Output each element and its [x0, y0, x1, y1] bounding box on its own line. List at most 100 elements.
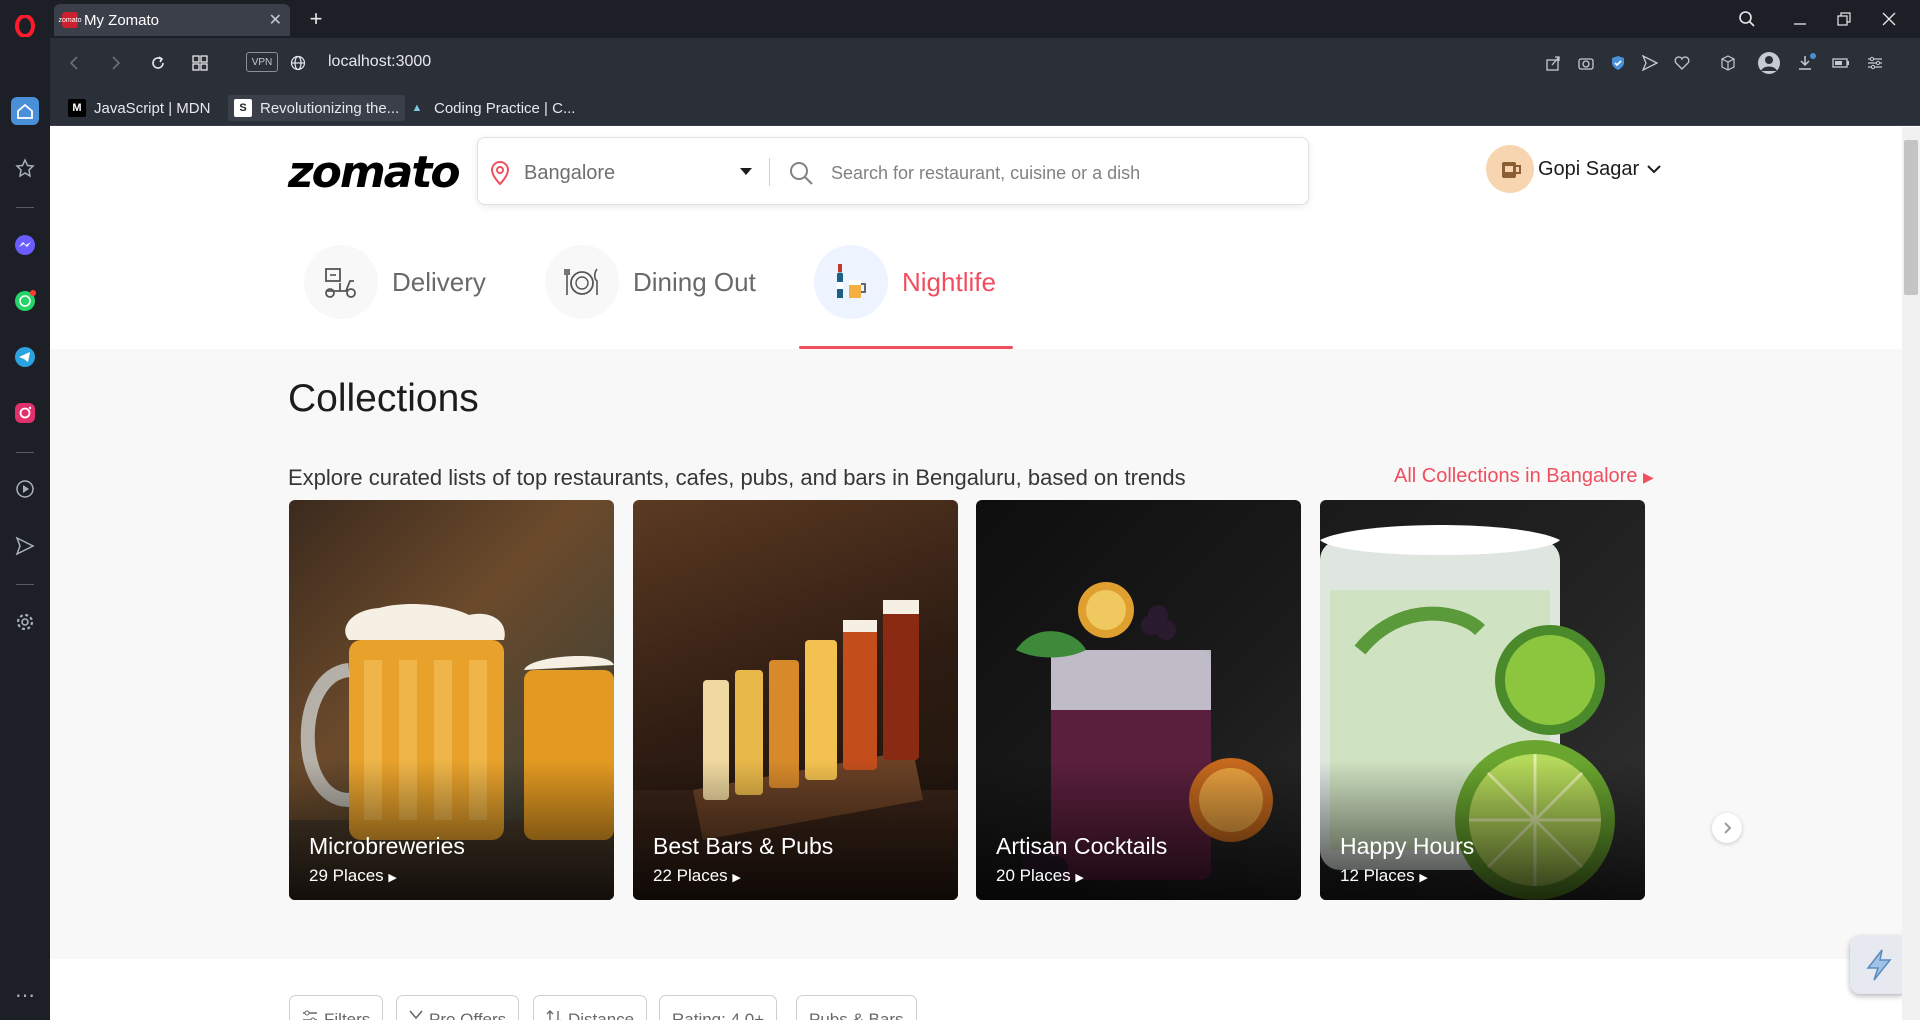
easy-setup-sliders-icon[interactable] [1865, 53, 1885, 73]
speed-dial-icon[interactable] [11, 154, 39, 182]
card-places: 29 Places ▶ [309, 866, 397, 885]
carousel-next-button[interactable] [1712, 813, 1742, 843]
zomato-logo[interactable]: zomato [288, 147, 461, 198]
tab-delivery[interactable]: Delivery [304, 245, 486, 319]
chevron-down-icon [409, 1010, 423, 1020]
send-icon[interactable] [1640, 53, 1660, 73]
home-icon[interactable] [11, 97, 39, 125]
profile-avatar-icon[interactable] [1756, 50, 1782, 76]
filter-chip-label: Pubs & Bars [809, 1010, 904, 1020]
collections-title: Collections [288, 377, 479, 420]
search-divider [769, 158, 770, 186]
browser-sidebar: ⋯ [0, 0, 50, 1020]
tab-title: My Zomato [84, 11, 160, 29]
search-icon [788, 160, 814, 186]
sidebar-divider [16, 584, 34, 585]
chevron-down-icon[interactable] [740, 168, 752, 176]
search-input[interactable]: Search for restaurant, cuisine or a dish [831, 163, 1140, 184]
user-menu[interactable]: Gopi Sagar [1486, 145, 1661, 193]
close-tab-icon[interactable]: ✕ [269, 10, 282, 30]
share-icon[interactable] [1543, 53, 1563, 73]
filter-chip-pro-offers[interactable]: Pro Offers [396, 995, 520, 1020]
location-pin-icon [488, 160, 512, 186]
player-icon[interactable] [11, 475, 39, 503]
all-collections-link[interactable]: All Collections in Bangalore ▶ [1394, 465, 1654, 488]
url-field[interactable]: localhost:3000 [328, 53, 431, 71]
snapshot-camera-icon[interactable] [1576, 53, 1596, 73]
messenger-icon[interactable] [11, 231, 39, 259]
bookmark-revolutionizing[interactable]: S Revolutionizing the... [228, 95, 406, 121]
browser-address-bar: VPN localhost:3000 [50, 38, 1920, 88]
filter-chip-label: Filters [324, 1010, 371, 1020]
vpn-badge[interactable]: VPN [246, 52, 278, 72]
chevron-down-icon [1647, 164, 1661, 174]
more-options-icon[interactable]: ⋯ [11, 981, 39, 1009]
scrollbar-thumb[interactable] [1904, 140, 1918, 295]
battery-saver-icon[interactable] [1831, 53, 1851, 73]
collection-card-microbreweries[interactable]: Microbreweries 29 Places ▶ [289, 500, 614, 900]
instagram-icon[interactable] [11, 399, 39, 427]
reload-icon[interactable] [148, 53, 168, 73]
collection-card-happy-hours[interactable]: Happy Hours 12 Places ▶ [1320, 500, 1645, 900]
collection-card-best-bars-pubs[interactable]: Best Bars & Pubs 22 Places ▶ [633, 500, 958, 900]
new-tab-plus-icon[interactable]: + [306, 6, 326, 31]
card-places: 20 Places ▶ [996, 866, 1084, 885]
search-bar: Bangalore Search for restaurant, cuisine… [477, 137, 1309, 205]
settings-gear-icon[interactable] [11, 608, 39, 636]
close-window-icon[interactable] [1878, 8, 1900, 30]
bookmark-coding-practice[interactable]: ▲ Coding Practice | C... [408, 97, 576, 119]
browser-tab[interactable]: zomato My Zomato ✕ [54, 4, 290, 36]
send-icon[interactable] [11, 532, 39, 560]
filter-chip-label: Pro Offers [429, 1010, 507, 1020]
telegram-icon[interactable] [11, 343, 39, 371]
bookmark-mdn[interactable]: M JavaScript | MDN [68, 97, 210, 119]
download-icon[interactable] [1796, 52, 1818, 74]
card-places: 12 Places ▶ [1340, 866, 1428, 885]
extensions-cube-icon[interactable] [1718, 53, 1738, 73]
mountain-icon: ▲ [411, 102, 423, 114]
opera-logo-icon[interactable] [11, 12, 39, 40]
collections-section: Collections Explore curated lists of top… [50, 349, 1902, 959]
filter-chip-filters[interactable]: Filters [289, 995, 384, 1020]
filter-chip-distance[interactable]: Distance [533, 995, 648, 1020]
web-page: zomato Bangalore Search for restaurant, … [50, 127, 1902, 1020]
filter-chip-pubs-bars[interactable]: Pubs & Bars [796, 995, 917, 1020]
tab-label: Delivery [392, 266, 486, 297]
user-avatar [1486, 145, 1534, 193]
minimize-icon[interactable] [1789, 8, 1811, 30]
card-title: Happy Hours [1340, 833, 1475, 859]
browser-tab-bar: zomato My Zomato ✕ + [50, 0, 1920, 38]
adblock-shield-icon[interactable] [1608, 53, 1628, 73]
floating-assistant-button[interactable] [1850, 936, 1902, 994]
delivery-scooter-icon [304, 245, 378, 319]
tabs-grid-icon[interactable] [190, 53, 210, 73]
tab-dining-out[interactable]: Dining Out [545, 245, 756, 319]
tab-nightlife[interactable]: Nightlife [814, 245, 996, 319]
filter-chip-label: Rating: 4.0+ [672, 1010, 765, 1020]
card-title: Artisan Cocktails [996, 833, 1168, 859]
whatsapp-icon[interactable] [11, 287, 39, 315]
zomato-favicon-icon: zomato [59, 12, 81, 28]
bookmarks-bar: M JavaScript | MDN S Revolutionizing the… [50, 88, 1920, 126]
restore-window-icon[interactable] [1833, 8, 1855, 30]
location-input[interactable]: Bangalore [524, 162, 615, 185]
sort-arrows-icon [546, 1010, 562, 1020]
user-name: Gopi Sagar [1538, 157, 1640, 180]
bookmark-label: Revolutionizing the... [260, 99, 400, 117]
filter-chip-rating[interactable]: Rating: 4.0+ [659, 995, 778, 1020]
search-tabs-icon[interactable] [1736, 8, 1758, 30]
sidebar-divider [16, 207, 34, 208]
bookmark-label: JavaScript | MDN [94, 99, 211, 117]
all-collections-label: All Collections in Bangalore [1394, 465, 1638, 487]
caret-right-icon: ▶ [1643, 469, 1654, 485]
heart-icon[interactable] [1672, 53, 1692, 73]
filter-chip-label: Distance [568, 1010, 635, 1020]
forward-icon[interactable] [106, 53, 126, 73]
dining-plate-icon [545, 245, 619, 319]
back-icon[interactable] [64, 53, 84, 73]
bookmark-label: Coding Practice | C... [434, 99, 576, 117]
lightning-icon [1866, 949, 1892, 981]
card-places: 22 Places ▶ [653, 866, 741, 885]
sidebar-divider [16, 452, 34, 453]
collection-card-artisan-cocktails[interactable]: Artisan Cocktails 20 Places ▶ [976, 500, 1301, 900]
